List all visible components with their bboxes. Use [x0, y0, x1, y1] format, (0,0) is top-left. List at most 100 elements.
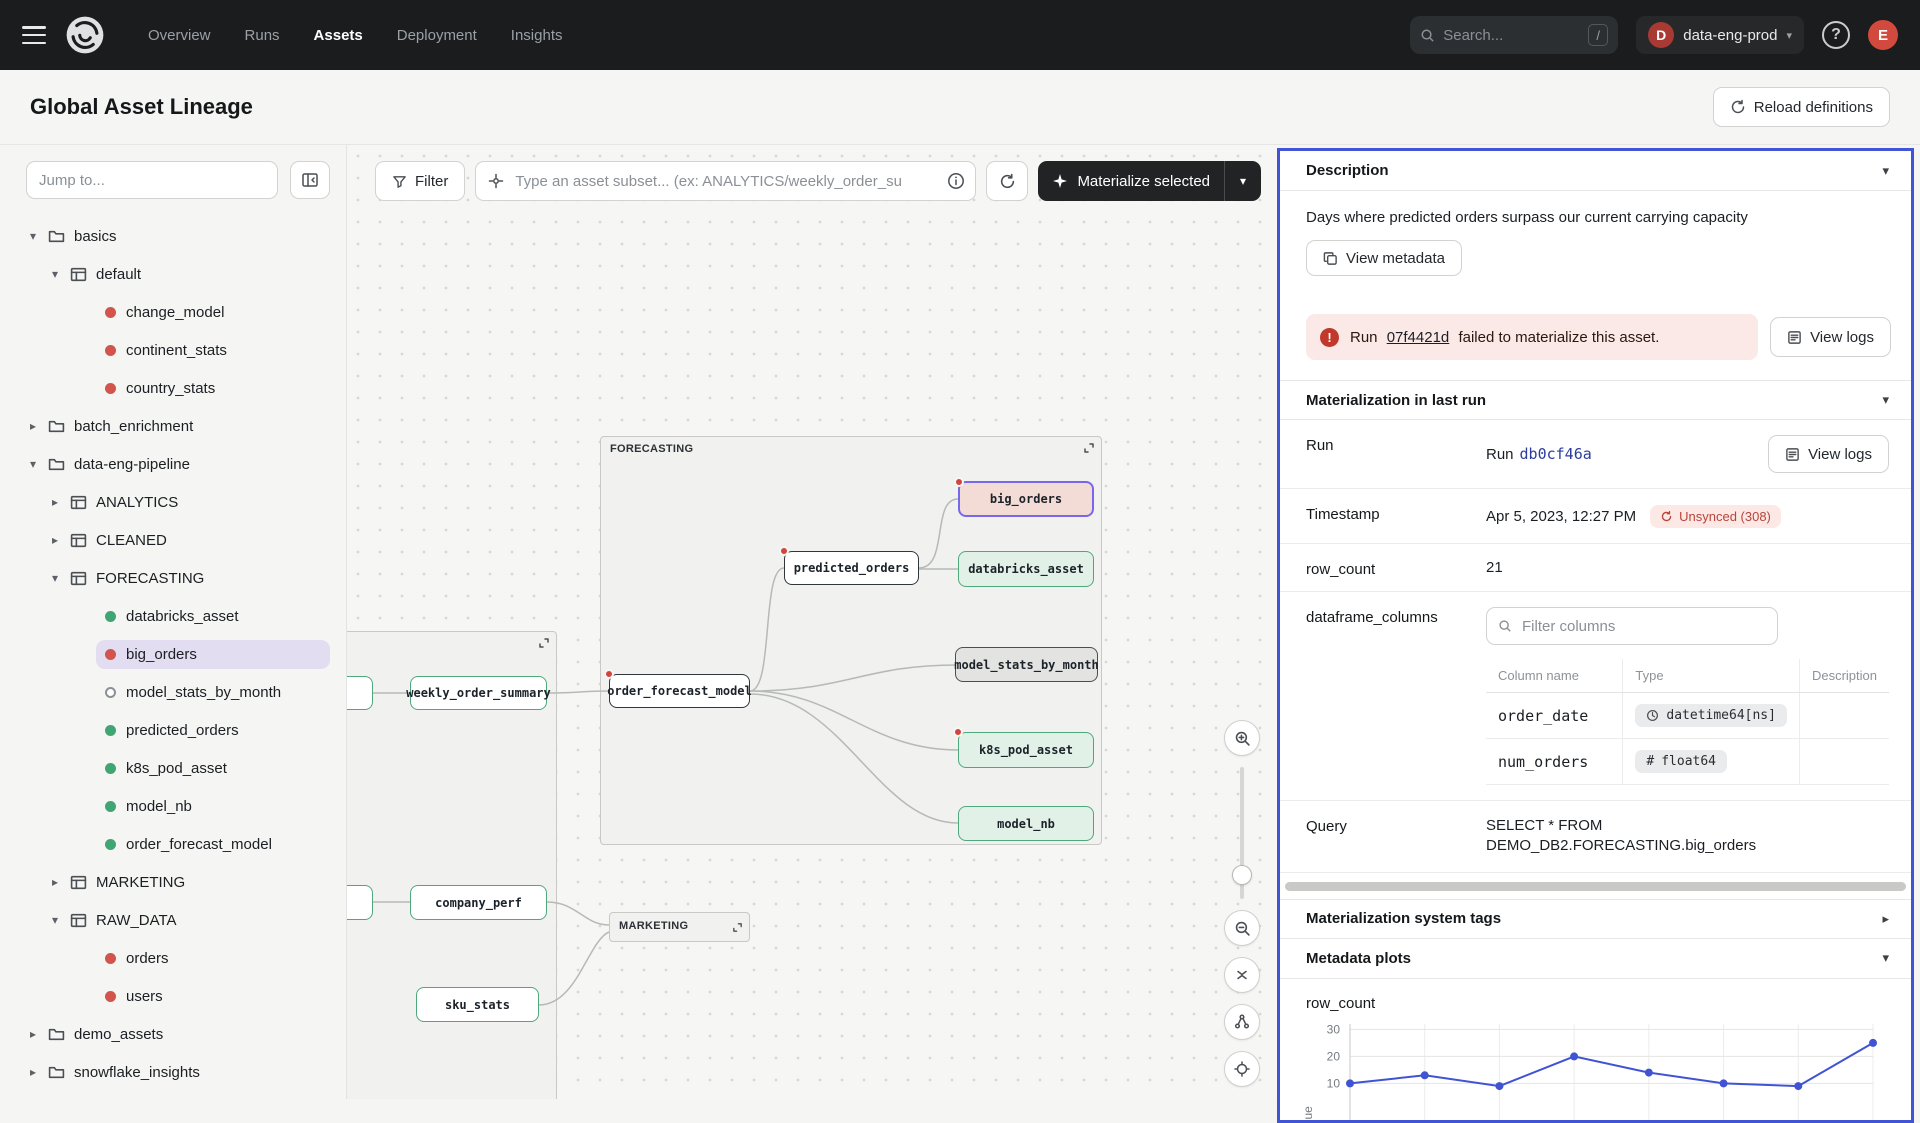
- sidebar-item-RAW_DATA[interactable]: ▾RAW_DATA: [0, 901, 346, 939]
- failed-run-link[interactable]: 07f4421d: [1387, 329, 1450, 346]
- chevron-down-icon[interactable]: ▾: [52, 571, 70, 585]
- group-collapse-icon[interactable]: [1083, 442, 1095, 454]
- dagster-logo-icon[interactable]: [64, 14, 106, 56]
- search-icon: [1498, 619, 1512, 633]
- chevron-down-icon[interactable]: ▾: [30, 229, 48, 243]
- view-logs-button[interactable]: View logs: [1770, 317, 1891, 357]
- chevron-down-icon[interactable]: ▾: [1882, 950, 1889, 966]
- asset-node-weekly_order_summary[interactable]: weekly_order_summary: [410, 676, 547, 710]
- materialize-selected-button[interactable]: Materialize selected ▾: [1038, 161, 1261, 201]
- asset-subset-input[interactable]: [513, 172, 963, 191]
- asset-node-partial[interactable]: [347, 885, 373, 920]
- regenerate-graph-button[interactable]: [986, 161, 1028, 201]
- info-icon[interactable]: [947, 172, 965, 190]
- asset-group-box-marketing[interactable]: MARKETING: [609, 912, 750, 942]
- menu-icon[interactable]: [22, 26, 46, 44]
- chevron-right-icon[interactable]: ▸: [52, 875, 70, 889]
- collapse-groups-button[interactable]: [1224, 957, 1260, 993]
- collapse-vertical-icon: [1234, 967, 1250, 983]
- sidebar-item-basics[interactable]: ▾basics: [0, 217, 346, 255]
- description-section-header[interactable]: Description ▾: [1280, 151, 1911, 191]
- asset-node-partial[interactable]: [347, 676, 373, 710]
- sidebar-item-FORECASTING[interactable]: ▾FORECASTING: [0, 559, 346, 597]
- group-collapse-icon[interactable]: [538, 637, 550, 649]
- unsynced-badge[interactable]: Unsynced (308): [1650, 505, 1781, 528]
- sidebar-item-ANALYTICS[interactable]: ▸ANALYTICS: [0, 483, 346, 521]
- sidebar-item-model_nb[interactable]: model_nb: [0, 787, 346, 825]
- zoom-slider[interactable]: [1224, 767, 1260, 899]
- chevron-right-icon[interactable]: ▸: [30, 1027, 48, 1041]
- sidebar-item-predicted_orders[interactable]: predicted_orders: [0, 711, 346, 749]
- view-logs-button[interactable]: View logs: [1768, 435, 1889, 473]
- chevron-down-icon[interactable]: ▾: [52, 913, 70, 927]
- sidebar-item-data-eng-pipeline[interactable]: ▾data-eng-pipeline: [0, 445, 346, 483]
- sidebar-item-default[interactable]: ▾default: [0, 255, 346, 293]
- sidebar-item-change_model[interactable]: change_model: [0, 293, 346, 331]
- chevron-down-icon[interactable]: ▾: [1882, 163, 1889, 179]
- deployment-switcher[interactable]: D data-eng-prod ▾: [1636, 16, 1804, 54]
- filter-columns-field[interactable]: [1486, 607, 1778, 645]
- nav-item-overview[interactable]: Overview: [148, 27, 211, 44]
- sidebar-item-orders[interactable]: orders: [0, 939, 346, 977]
- sidebar-item-model_stats_by_month[interactable]: model_stats_by_month: [0, 673, 346, 711]
- nav-item-insights[interactable]: Insights: [511, 27, 563, 44]
- horizontal-scrollbar[interactable]: [1285, 882, 1906, 891]
- asset-group-icon: [70, 532, 87, 549]
- asset-subset-field[interactable]: [475, 161, 976, 201]
- asset-node-model_nb[interactable]: model_nb: [958, 806, 1094, 841]
- zoom-out-button[interactable]: [1224, 910, 1260, 946]
- sidebar-item-users[interactable]: users: [0, 977, 346, 1015]
- sidebar-item-MARKETING[interactable]: ▸MARKETING: [0, 863, 346, 901]
- sidebar-item-databricks_asset[interactable]: databricks_asset: [0, 597, 346, 635]
- sidebar-item-country_stats[interactable]: country_stats: [0, 369, 346, 407]
- group-expand-icon[interactable]: [732, 922, 743, 933]
- jump-to-input[interactable]: [26, 161, 278, 199]
- filter-button[interactable]: Filter: [375, 161, 465, 201]
- materialization-section-header[interactable]: Materialization in last run ▾: [1280, 380, 1911, 420]
- chevron-right-icon[interactable]: ▸: [1882, 911, 1889, 927]
- asset-node-model_stats_by_month[interactable]: model_stats_by_month: [955, 647, 1098, 682]
- chevron-right-icon[interactable]: ▸: [52, 495, 70, 509]
- global-search-input[interactable]: Search... /: [1410, 16, 1618, 54]
- reload-definitions-button[interactable]: Reload definitions: [1713, 87, 1890, 127]
- sidebar-item-CLEANED[interactable]: ▸CLEANED: [0, 521, 346, 559]
- nav-item-assets[interactable]: Assets: [314, 27, 363, 44]
- system-tags-section-header[interactable]: Materialization system tags ▸: [1280, 899, 1911, 939]
- lineage-graph-canvas[interactable]: Filter Materialize selected ▾ FORECASTIN…: [347, 145, 1277, 1099]
- sidebar-item-snowflake_insights[interactable]: ▸snowflake_insights: [0, 1053, 346, 1091]
- metadata-plots-section-header[interactable]: Metadata plots ▾: [1280, 939, 1911, 979]
- asset-node-predicted_orders[interactable]: predicted_orders: [784, 551, 919, 585]
- asset-node-order_forecast_model[interactable]: order_forecast_model: [609, 674, 750, 708]
- help-icon[interactable]: ?: [1822, 21, 1850, 49]
- nav-item-deployment[interactable]: Deployment: [397, 27, 477, 44]
- sidebar-item-continent_stats[interactable]: continent_stats: [0, 331, 346, 369]
- chevron-right-icon[interactable]: ▸: [30, 1065, 48, 1079]
- sidebar-item-batch_enrichment[interactable]: ▸batch_enrichment: [0, 407, 346, 445]
- materialize-dropdown-button[interactable]: ▾: [1225, 174, 1261, 188]
- zoom-slider-handle[interactable]: [1232, 865, 1252, 885]
- sidebar-item-k8s_pod_asset[interactable]: k8s_pod_asset: [0, 749, 346, 787]
- graph-layout-button[interactable]: [1224, 1004, 1260, 1040]
- zoom-in-button[interactable]: [1224, 720, 1260, 756]
- chevron-right-icon[interactable]: ▸: [30, 419, 48, 433]
- avatar[interactable]: E: [1868, 20, 1898, 50]
- asset-node-sku_stats[interactable]: sku_stats: [416, 987, 539, 1022]
- run-id-link[interactable]: db0cf46a: [1520, 445, 1592, 463]
- nav-item-runs[interactable]: Runs: [245, 27, 280, 44]
- filter-columns-input[interactable]: [1520, 617, 1766, 636]
- chevron-down-icon[interactable]: ▾: [30, 457, 48, 471]
- chevron-down-icon[interactable]: ▾: [1882, 392, 1889, 408]
- chevron-down-icon[interactable]: ▾: [52, 267, 70, 281]
- asset-node-big_orders[interactable]: big_orders: [958, 481, 1094, 517]
- asset-node-k8s_pod_asset[interactable]: k8s_pod_asset: [958, 732, 1094, 768]
- chevron-right-icon[interactable]: ▸: [52, 533, 70, 547]
- sidebar-item-demo_assets[interactable]: ▸demo_assets: [0, 1015, 346, 1053]
- sidebar-item-big_orders[interactable]: big_orders: [0, 635, 346, 673]
- collapse-sidebar-button[interactable]: [290, 161, 330, 199]
- recenter-button[interactable]: [1224, 1051, 1260, 1087]
- sidebar-item-order_forecast_model[interactable]: order_forecast_model: [0, 825, 346, 863]
- svg-text:10: 10: [1327, 1076, 1341, 1090]
- asset-node-company_perf[interactable]: company_perf: [410, 885, 547, 920]
- view-metadata-button[interactable]: View metadata: [1306, 240, 1462, 276]
- asset-node-databricks_asset[interactable]: databricks_asset: [958, 551, 1094, 587]
